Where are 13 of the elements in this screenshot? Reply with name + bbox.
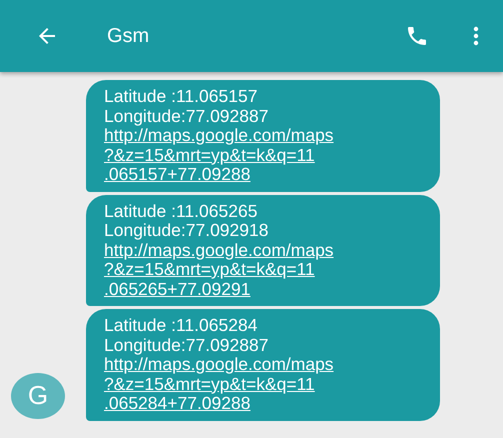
more-options-icon[interactable]: [473, 26, 479, 46]
conversation-title: Gsm: [107, 24, 150, 48]
message-text: Longitude:77.092918: [104, 221, 270, 240]
contact-avatar[interactable]: G: [11, 372, 65, 418]
map-link[interactable]: http://maps.google.com/maps ?&z=15&mrt=yp&t=k&q=11 .065157+77.09288: [104, 126, 422, 184]
phone-icon[interactable]: [405, 24, 429, 48]
message-text: Longitude:77.092887: [104, 336, 270, 355]
map-link[interactable]: http://maps.google.com/maps ?&z=15&mrt=yp&t=k&q=11 .065265+77.09291: [104, 240, 422, 299]
message-text: Latitude :11.065157: [104, 87, 258, 106]
map-link[interactable]: http://maps.google.com/maps ?&z=15&mrt=yp&t=k&q=11 .065284+77.09288: [104, 355, 422, 414]
message-text: Longitude:77.092887: [104, 106, 270, 126]
message-text: Latitude :11.065265: [104, 202, 258, 221]
message-text: Latitude :11.065284: [104, 316, 258, 336]
